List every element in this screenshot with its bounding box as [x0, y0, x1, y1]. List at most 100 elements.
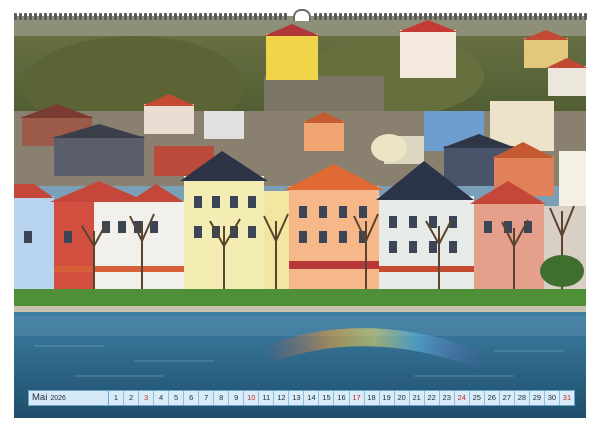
binding-loop — [259, 13, 262, 20]
binding-loop — [14, 13, 17, 20]
day-cell: 18 — [364, 391, 380, 405]
binding-loop — [414, 13, 417, 20]
wire-hanger-icon — [293, 9, 311, 21]
binding-loop — [44, 13, 47, 20]
binding-loop — [284, 13, 287, 20]
day-cell: 29 — [529, 391, 545, 405]
day-cell: 31 — [559, 391, 574, 405]
year: 2026 — [50, 395, 66, 402]
binding-loop — [364, 13, 367, 20]
day-cell: 16 — [334, 391, 350, 405]
binding-loop — [404, 13, 407, 20]
binding-loop — [84, 13, 87, 20]
binding-loop — [479, 13, 482, 20]
binding-loop — [39, 13, 42, 20]
binding-loop — [254, 13, 257, 20]
binding-loop — [154, 13, 157, 20]
calendar-page: Mai 2026 1 2 3 4 5 6 7 8 9 10 11 12 13 14 15 16 17 18 19 20 2… — [0, 0, 600, 432]
binding-loop — [234, 13, 237, 20]
binding-loop — [339, 13, 342, 20]
binding-loop — [69, 13, 72, 20]
binding-loop — [149, 13, 152, 20]
binding-loop — [549, 13, 552, 20]
day-cell: 5 — [169, 391, 185, 405]
month-name: Mai — [32, 392, 48, 403]
binding-loop — [459, 13, 462, 20]
binding-loop — [129, 13, 132, 20]
binding-loop — [509, 13, 512, 20]
binding-loop — [89, 13, 92, 20]
binding-loop — [409, 13, 412, 20]
binding-loop — [349, 13, 352, 20]
binding-loop — [584, 13, 587, 20]
binding-loop — [389, 13, 392, 20]
binding-loop — [244, 13, 247, 20]
binding-loop — [424, 13, 427, 20]
binding-loop — [99, 13, 102, 20]
binding-loop — [19, 13, 22, 20]
binding-loop — [134, 13, 137, 20]
day-cell: 15 — [319, 391, 335, 405]
binding-loop — [394, 13, 397, 20]
binding-loop — [274, 13, 277, 20]
day-cell: 20 — [394, 391, 410, 405]
photo-harbor-town — [14, 16, 586, 418]
binding-loop — [534, 13, 537, 20]
binding-loop — [164, 13, 167, 20]
binding-loop — [184, 13, 187, 20]
binding-loop — [369, 13, 372, 20]
day-cell: 9 — [229, 391, 245, 405]
binding-loop — [529, 13, 532, 20]
binding-loop — [104, 13, 107, 20]
binding-loop — [504, 13, 507, 20]
binding-loop — [434, 13, 437, 20]
binding-loop — [554, 13, 557, 20]
binding-loop — [179, 13, 182, 20]
day-cell: 8 — [214, 391, 230, 405]
day-cell: 7 — [199, 391, 215, 405]
binding-loop — [119, 13, 122, 20]
day-cell: 13 — [289, 391, 305, 405]
binding-loop — [64, 13, 67, 20]
binding-loop — [474, 13, 477, 20]
binding-loop — [199, 13, 202, 20]
day-cell: 21 — [409, 391, 425, 405]
day-cells: 1 2 3 4 5 6 7 8 9 10 11 12 13 14 15 16 17 18 19 20 21 22 23 24 2… — [109, 391, 574, 405]
day-cell: 4 — [154, 391, 170, 405]
binding-loop — [159, 13, 162, 20]
binding-loop — [354, 13, 357, 20]
binding-loop — [59, 13, 62, 20]
binding-loop — [444, 13, 447, 20]
day-cell: 1 — [109, 391, 125, 405]
binding-loop — [139, 13, 142, 20]
binding-loop — [539, 13, 542, 20]
month-label: Mai 2026 — [29, 391, 109, 405]
binding-loop — [219, 13, 222, 20]
binding-loop — [399, 13, 402, 20]
binding-loop — [29, 13, 32, 20]
binding-loop — [384, 13, 387, 20]
binding-loop — [314, 13, 317, 20]
photo-illustration — [14, 16, 586, 418]
binding-loop — [209, 13, 212, 20]
binding-loop — [574, 13, 577, 20]
day-cell: 24 — [454, 391, 470, 405]
calendar-strip: Mai 2026 1 2 3 4 5 6 7 8 9 10 11 12 13 14 15 16 17 18 19 20 2… — [28, 390, 575, 406]
day-cell: 6 — [184, 391, 200, 405]
day-cell: 12 — [274, 391, 290, 405]
binding-loop — [204, 13, 207, 20]
binding-loop — [464, 13, 467, 20]
binding-loop — [374, 13, 377, 20]
binding-loop — [469, 13, 472, 20]
binding-loop — [489, 13, 492, 20]
binding-loop — [484, 13, 487, 20]
binding-loop — [169, 13, 172, 20]
day-cell: 30 — [544, 391, 560, 405]
binding-loop — [24, 13, 27, 20]
day-cell: 11 — [259, 391, 275, 405]
binding-loop — [519, 13, 522, 20]
day-cell: 27 — [499, 391, 515, 405]
binding-loop — [214, 13, 217, 20]
binding-loop — [329, 13, 332, 20]
binding-loop — [189, 13, 192, 20]
